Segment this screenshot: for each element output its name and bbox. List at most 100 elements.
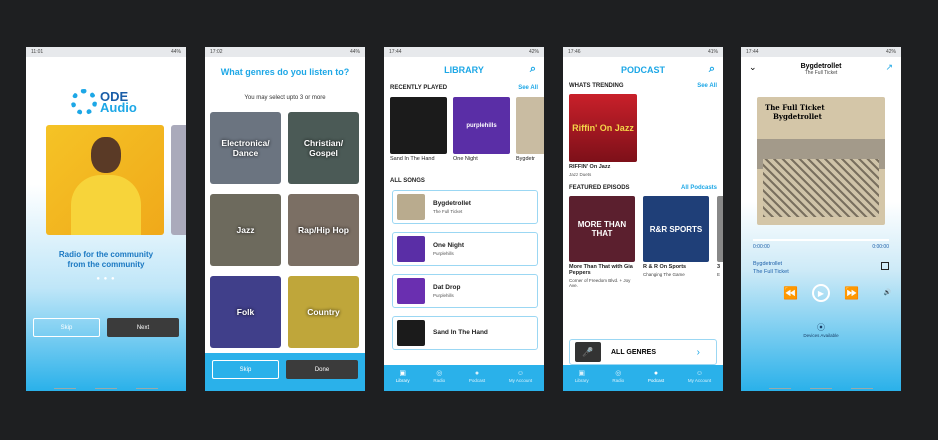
recent-title: Bygdetr [516, 156, 535, 162]
genre-tile[interactable]: Rap/Hip Hop [288, 194, 359, 266]
featured-row: MORE THAN THAT More Than That with Gia Pe… [563, 191, 723, 288]
tab-radio[interactable]: ◎ Radio [433, 369, 445, 383]
play-icon[interactable]: ▶ [812, 284, 830, 302]
footer-bar: Skip Done [205, 353, 365, 391]
share-icon[interactable]: ↗ [885, 62, 893, 73]
library-icon: ▣ [578, 370, 586, 377]
featured-sub: Changing The Game [643, 272, 685, 277]
all-podcasts-link[interactable]: All Podcasts [681, 185, 717, 191]
all-genres-card[interactable]: 🎤 ALL GENRES › [569, 339, 717, 365]
tab-my-account[interactable]: ☺ My Account [688, 370, 711, 383]
genre-label-2: Gospel [309, 148, 338, 158]
track-title: Bygdetrollet [800, 63, 842, 70]
song-title: Sand In The Hand [433, 328, 488, 336]
tab-label: Library [574, 378, 589, 383]
page-title: What genres do you listen to? [220, 67, 350, 77]
fast-forward-icon[interactable]: ⏩ [844, 286, 859, 300]
cast-icon: ⦿ [817, 323, 825, 332]
volume-icon[interactable]: 🔊 [884, 289, 891, 296]
featured-card[interactable]: 3E [717, 196, 723, 288]
trending-art: Riffin' On Jazz [569, 94, 637, 162]
devices-block[interactable]: ⦿ Devices Available [741, 322, 901, 338]
album-art: The Full Ticket Bygdetrollet [757, 97, 885, 225]
featured-cover: MORE THAN THAT [569, 196, 635, 262]
header: PODCAST ⌕ [563, 57, 723, 83]
progress-bar[interactable] [753, 239, 889, 241]
now-playing-track: Bygdetrollet [753, 261, 783, 267]
recent-row: Sand In The Hand purplehills One Night Bygd… [384, 91, 544, 162]
genre-tile[interactable]: Jazz [210, 194, 281, 266]
genre-tile[interactable]: Folk [210, 276, 281, 348]
done-button[interactable]: Done [286, 360, 358, 379]
tab-my-account[interactable]: ☺ My Account [509, 370, 532, 383]
status-time: 11:01 [31, 49, 44, 55]
featured-cover: R&R SPORTS [643, 196, 709, 262]
song-title: Bygdetrollet [433, 200, 471, 207]
song-thumbnail [397, 194, 425, 220]
next-button[interactable]: Next [107, 318, 179, 337]
rewind-icon[interactable]: ⏪ [783, 286, 798, 300]
song-artist: The Full Ticket [433, 209, 463, 214]
song-thumbnail [397, 236, 425, 262]
tab-label: Podcast [468, 377, 486, 383]
genre-label-2: Dance [232, 148, 259, 158]
all-songs-label: ALL SONGS [390, 178, 425, 184]
see-all-link[interactable]: See All [518, 85, 538, 91]
qr-icon[interactable] [881, 262, 889, 270]
microphone-icon: 🎤 [575, 342, 601, 362]
tab-library[interactable]: ▣ Library [396, 369, 410, 383]
skip-button[interactable]: Skip [33, 318, 100, 337]
genre-label: Christian/ [303, 138, 344, 148]
recent-card[interactable]: Bygdetr [516, 97, 544, 162]
search-icon[interactable]: ⌕ [530, 63, 536, 76]
see-all-link[interactable]: See All [697, 83, 717, 89]
featured-card[interactable]: MORE THAN THAT More Than That with Gia Pe… [569, 196, 635, 288]
phone-onboarding: 11:01 44% ODE Audio Radio for the communit… [26, 47, 186, 391]
genre-tile[interactable]: Christian/Gospel [288, 112, 359, 184]
bottom-nav: ▣ Library ◎ Radio ● Podcast ☺ My Account [384, 365, 544, 391]
trending-card[interactable]: Riffin' On Jazz RIFFIN' On Jazz Jazz Due… [563, 89, 723, 177]
trending-label: WHATS TRENDING [569, 83, 624, 89]
recent-cover [390, 97, 447, 154]
song-title: One Night [433, 242, 465, 249]
tab-podcast[interactable]: ● Podcast [469, 370, 485, 383]
song-thumbnail [397, 320, 425, 346]
recent-cover [516, 97, 544, 154]
featured-card[interactable]: R&R SPORTS R & R On Sports Changing The Ga… [643, 196, 709, 288]
tab-label: My Account [508, 377, 533, 383]
genre-label: Rap/Hip Hop [298, 225, 349, 235]
featured-sub: E [717, 272, 721, 277]
featured-title: R & R On Sports [643, 264, 687, 270]
recent-card[interactable]: purplehills One Night [453, 97, 510, 162]
tab-podcast[interactable]: ● Podcast [648, 370, 664, 383]
player-controls: ⏪ ▶ ⏩ [741, 284, 901, 302]
phone-podcast: 17:46 41% PODCAST ⌕ WHATS TRENDING See All … [563, 47, 723, 391]
tab-library[interactable]: ▣ Library [575, 369, 589, 383]
podcast-icon: ● [474, 369, 480, 377]
genre-grid: Electronica/Dance Christian/Gospel Jazz Rap… [210, 112, 360, 348]
account-icon: ☺ [695, 369, 704, 377]
skip-button[interactable]: Skip [212, 360, 279, 379]
recent-title: Sand In The Hand [390, 156, 435, 162]
genre-tile[interactable]: Electronica/Dance [210, 112, 281, 184]
library-icon: ▣ [399, 370, 407, 377]
genre-tile[interactable]: Country [288, 276, 359, 348]
status-battery: 44% [170, 49, 181, 55]
recent-card[interactable]: Sand In The Hand [390, 97, 447, 162]
time-elapsed: 0:00:00 [753, 244, 770, 250]
recently-played-label: RECENTLY PLAYED [390, 85, 448, 91]
logo-text-2: Audio [100, 100, 137, 115]
pager-dots[interactable]: ● ● ● [26, 276, 186, 282]
now-playing-artist: The Full Ticket [753, 269, 789, 275]
tab-radio[interactable]: ◎ Radio [612, 369, 624, 383]
radio-icon: ◎ [436, 370, 443, 377]
genre-label: Country [307, 307, 340, 317]
song-row[interactable]: Dat Drop Purplehills [392, 274, 538, 308]
account-icon: ☺ [516, 369, 525, 377]
song-row[interactable]: Sand In The Hand [392, 316, 538, 350]
song-row[interactable]: One Night Purplehills [392, 232, 538, 266]
track-artist: The Full Ticket [804, 70, 838, 76]
song-row[interactable]: Bygdetrollet The Full Ticket [392, 190, 538, 224]
chevron-down-icon[interactable]: ⌄ [749, 62, 757, 73]
search-icon[interactable]: ⌕ [709, 63, 715, 76]
